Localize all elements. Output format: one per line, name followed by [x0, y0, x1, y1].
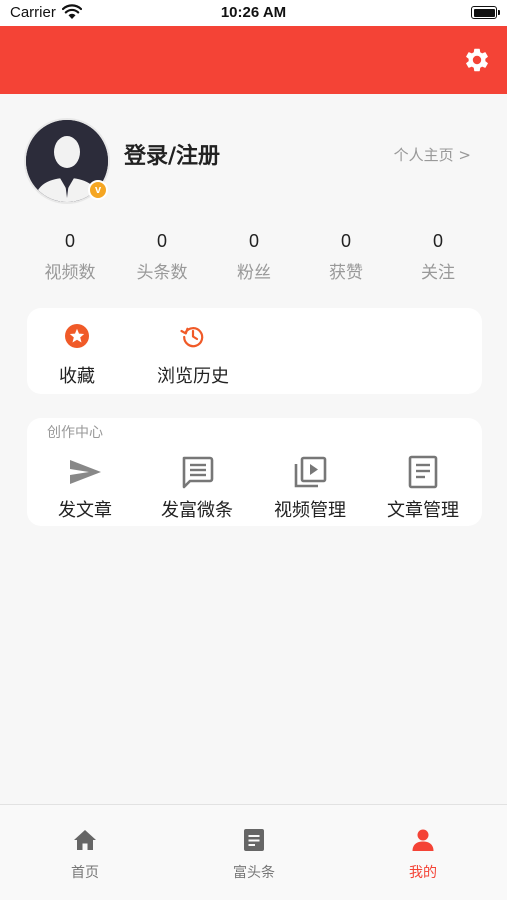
browse-history-label: 浏览历史 — [157, 366, 229, 387]
header-bar — [0, 26, 507, 94]
stats-row: 0 视频数 0 头条数 0 粉丝 0 获赞 0 关注 — [24, 228, 484, 288]
personal-homepage-link[interactable]: 个人主页 > — [394, 144, 471, 165]
verified-badge: v — [88, 180, 108, 200]
bottom-tab-bar: 首页 富头条 我的 — [0, 804, 507, 900]
stat-videos[interactable]: 0 视频数 — [24, 228, 116, 288]
video-management-label: 视频管理 — [274, 500, 346, 521]
stat-label: 视频数 — [44, 263, 96, 283]
tab-home[interactable]: 首页 — [35, 827, 135, 882]
star-icon — [65, 324, 89, 348]
message-icon — [182, 456, 214, 489]
tab-label: 富头条 — [233, 865, 275, 881]
battery-icon — [471, 6, 500, 19]
stat-value: 0 — [340, 231, 351, 251]
tab-label: 我的 — [409, 865, 437, 881]
stat-label: 获赞 — [329, 263, 363, 283]
post-article-button[interactable]: 发文章 — [35, 454, 135, 522]
stat-value: 0 — [432, 231, 443, 251]
login-register-button[interactable]: 登录/注册 — [124, 138, 220, 170]
tab-headlines[interactable]: 富头条 — [204, 827, 304, 882]
clock: 10:26 AM — [220, 4, 287, 21]
article-management-label: 文章管理 — [387, 500, 459, 521]
video-library-icon — [294, 456, 327, 488]
stat-headlines[interactable]: 0 头条数 — [116, 228, 208, 288]
post-weibo-label: 发富微条 — [161, 500, 233, 521]
creation-center-title: 创作中心 — [47, 425, 103, 441]
creation-center-card: 创作中心 发文章 发富微条 视频管理 文章管理 — [27, 418, 482, 526]
home-icon — [74, 830, 96, 850]
stat-likes[interactable]: 0 获赞 — [300, 228, 392, 288]
stat-value: 0 — [248, 231, 259, 251]
profile-section: v 登录/注册 个人主页 > 0 视频数 0 头条数 0 粉丝 0 获赞 0 关… — [0, 94, 507, 300]
stat-value: 0 — [156, 231, 167, 251]
article-icon — [408, 455, 438, 489]
news-icon — [244, 829, 264, 851]
stat-label: 粉丝 — [237, 263, 271, 283]
favorites-label: 收藏 — [59, 366, 95, 387]
send-icon — [70, 460, 101, 484]
stat-value: 0 — [64, 231, 75, 251]
status-bar: Carrier 10:26 AM — [0, 0, 507, 26]
post-article-label: 发文章 — [58, 500, 112, 521]
stat-label: 关注 — [421, 263, 455, 283]
quick-actions-card: 收藏 浏览历史 — [27, 308, 482, 394]
article-management-button[interactable]: 文章管理 — [373, 454, 473, 522]
person-icon — [412, 829, 434, 851]
stat-label: 头条数 — [136, 263, 188, 283]
history-icon — [180, 327, 204, 348]
gear-icon[interactable] — [463, 46, 491, 74]
tab-mine[interactable]: 我的 — [373, 827, 473, 882]
post-weibo-button[interactable]: 发富微条 — [147, 454, 247, 522]
favorites-button[interactable]: 收藏 — [59, 322, 95, 388]
stat-fans[interactable]: 0 粉丝 — [208, 228, 300, 288]
tab-label: 首页 — [71, 865, 99, 881]
video-management-button[interactable]: 视频管理 — [260, 454, 360, 522]
browse-history-button[interactable]: 浏览历史 — [157, 322, 229, 388]
stat-following[interactable]: 0 关注 — [392, 228, 484, 288]
